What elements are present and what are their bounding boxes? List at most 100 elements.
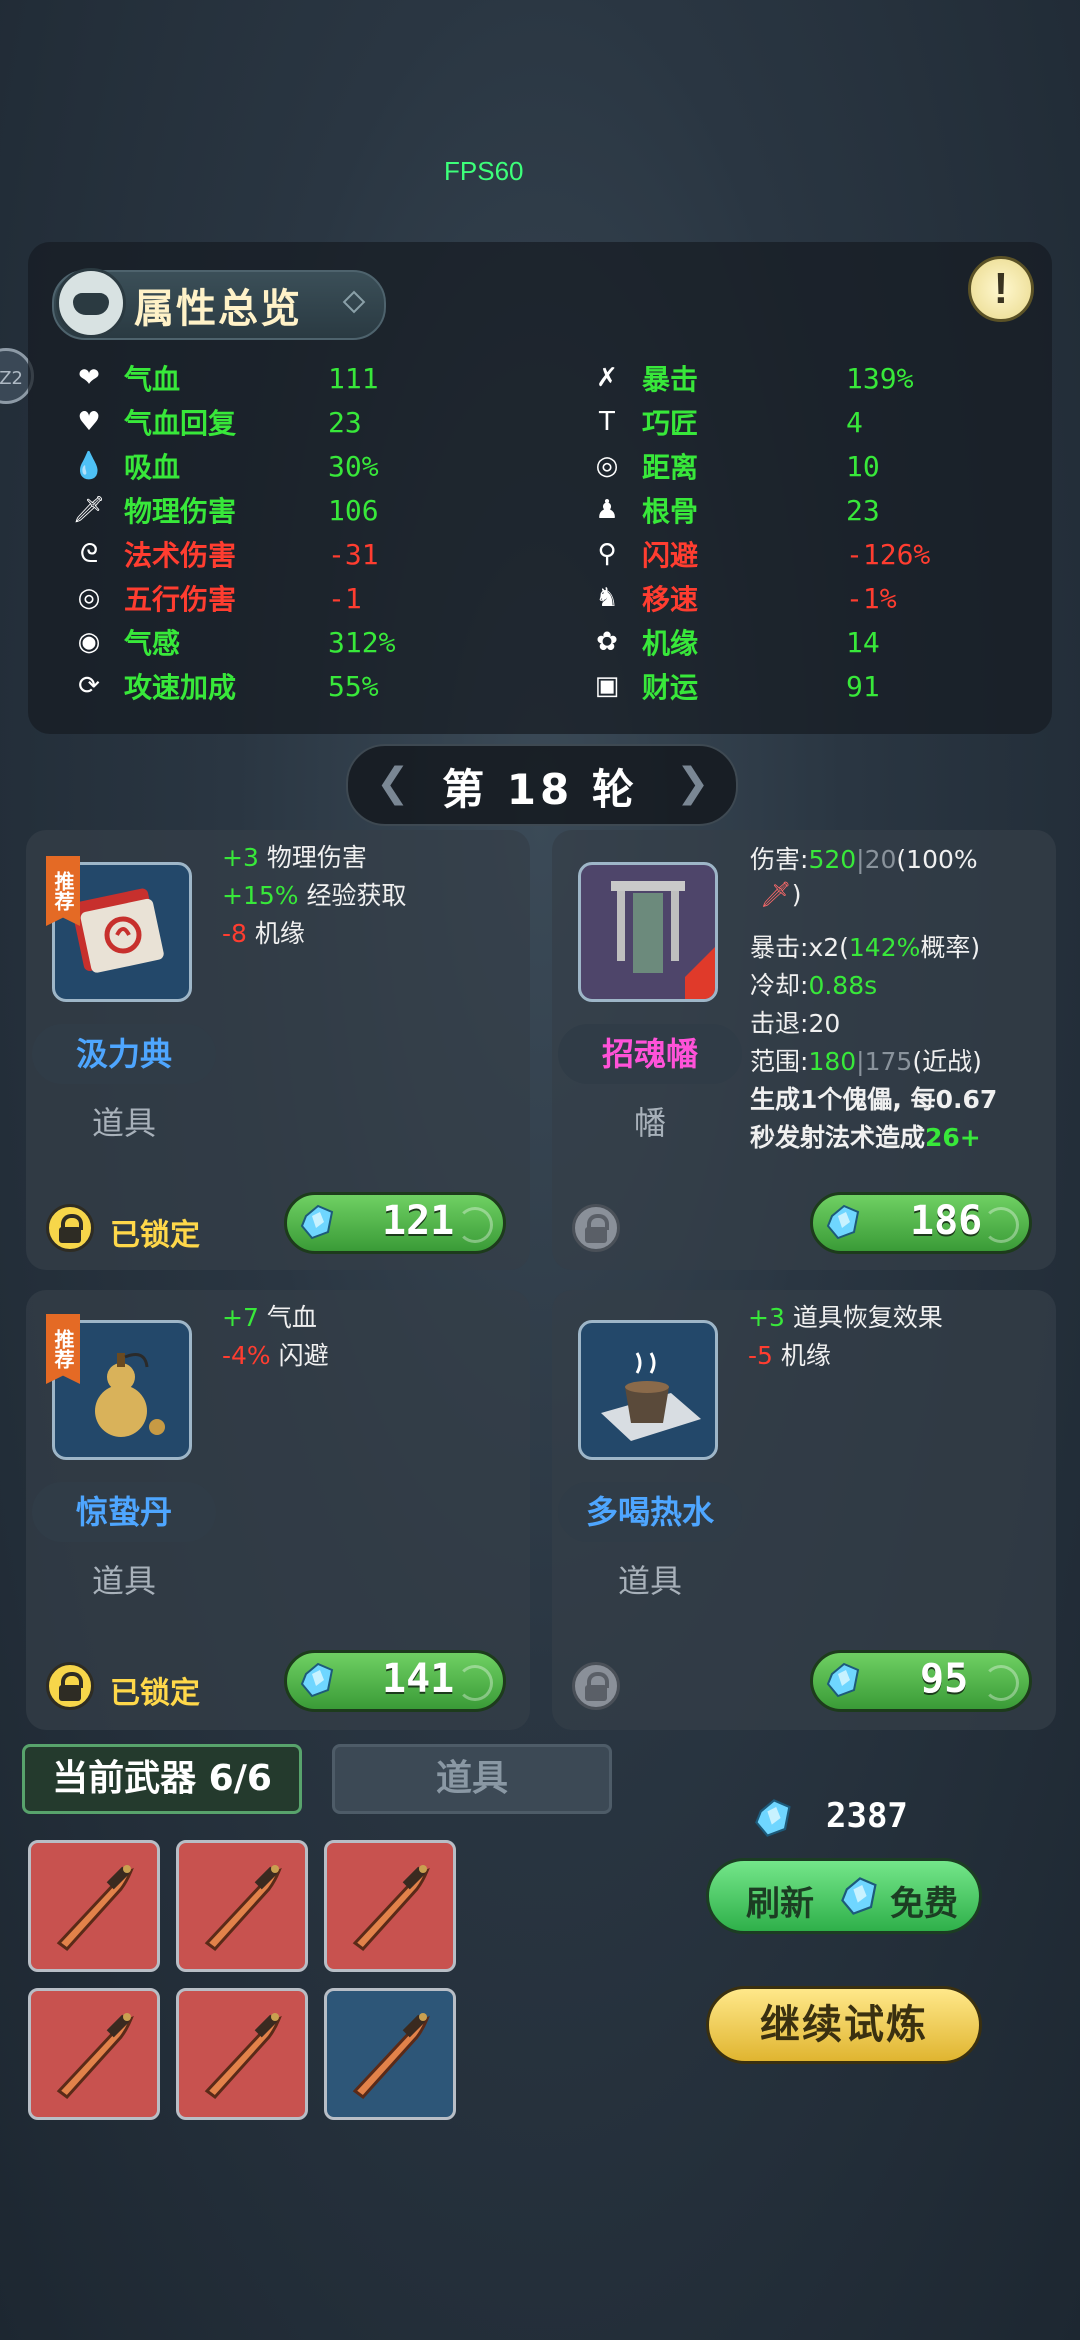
card-1-name: 汲力典 [32, 1024, 216, 1084]
card-2-price: 186 [910, 1198, 983, 1244]
card-2-crit: 暴击:x2(142%概率) [750, 933, 981, 962]
card-2-name: 招魂幡 [558, 1024, 742, 1084]
continue-trial-button[interactable]: 继续试炼 [706, 1986, 982, 2064]
stat-row-right-2: ◎ 距离 10 [590, 446, 880, 486]
stat-value: -31 [328, 537, 379, 571]
character-avatar-icon [56, 268, 126, 338]
card-2-desc-2: 秒发射法术造成26+ [750, 1123, 981, 1152]
blade-weapon-icon [56, 2013, 134, 2100]
card-3-lock-label[interactable]: 已锁定 [110, 1668, 200, 1712]
crystal-gem-icon [300, 1204, 334, 1240]
heart-icon: ❤ [78, 363, 100, 393]
tab-items[interactable]: 道具 [332, 1744, 612, 1814]
stat-row-right-6: ✿ 机缘 14 [590, 622, 880, 662]
stat-row-left-4: ᘓ 法术伤害 -31 [72, 534, 379, 574]
luck-icon: ✿ [596, 627, 618, 657]
hot-water-item-image [578, 1320, 718, 1460]
sword-icon: 🗡 [72, 495, 106, 525]
blade-weapon-icon [204, 1865, 282, 1952]
crit-icon: ✗ [596, 363, 618, 393]
card-3-type: 道具 [91, 1562, 156, 1600]
stat-name: 五行伤害 [124, 583, 237, 616]
lock-icon[interactable] [572, 1204, 620, 1252]
card-1-attr-1: +3 物理伤害 [222, 843, 367, 872]
lock-icon[interactable] [46, 1662, 94, 1710]
blade-weapon-icon [352, 2013, 430, 2100]
stat-name: 攻速加成 [124, 671, 237, 704]
stat-value: 14 [846, 625, 880, 659]
recommended-tag: 推荐 [46, 1314, 80, 1384]
stat-value: 30% [328, 449, 379, 483]
boot-icon: ♞ [595, 583, 619, 613]
weapon-slot-1[interactable] [28, 1840, 160, 1972]
blade-weapon-icon [204, 2013, 282, 2100]
card-4-name: 多喝热水 [558, 1482, 742, 1542]
card-2-type: 幡 [633, 1104, 666, 1142]
spiral-icon: ᘓ [79, 538, 99, 569]
blade-weapon-icon [352, 1865, 430, 1952]
drop-icon: 💧 [72, 451, 106, 481]
stat-row-left-2: 💧 吸血 30% [72, 446, 379, 486]
card-2-range: 范围:180|175(近战) [750, 1047, 982, 1076]
stat-name: 巧匠 [642, 407, 699, 440]
stat-value: 23 [846, 493, 880, 527]
weapon-slot-4[interactable] [28, 1988, 160, 2120]
card-4-price: 95 [920, 1656, 969, 1702]
stat-name: 移速 [642, 583, 699, 616]
recommended-tag: 推荐 [46, 856, 80, 926]
stat-name: 暴击 [642, 363, 699, 396]
weapon-slot-3[interactable] [324, 1840, 456, 1972]
target-icon: ◎ [595, 451, 619, 481]
info-alert-button[interactable]: ! [968, 256, 1034, 322]
lock-icon[interactable] [46, 1204, 94, 1252]
stat-value: 4 [846, 405, 863, 439]
coin-icon: ▣ [594, 671, 620, 701]
stat-row-left-1: ♥ 气血回复 23 [72, 402, 362, 442]
weapon-slot-6[interactable] [324, 1988, 456, 2120]
lock-icon[interactable] [572, 1662, 620, 1710]
card-1-lock-label[interactable]: 已锁定 [110, 1210, 200, 1254]
stat-name: 法术伤害 [124, 539, 237, 572]
stat-row-left-3: 🗡 物理伤害 106 [72, 490, 378, 530]
stat-row-right-4: ⚲ 闪避 -126% [590, 534, 930, 574]
tab-current-weapons[interactable]: 当前武器 6/6 [22, 1744, 302, 1814]
stat-row-right-0: ✗ 暴击 139% [590, 358, 913, 398]
card-4-type: 道具 [617, 1562, 682, 1600]
stat-name: 气血 [124, 363, 181, 396]
stat-name: 距离 [642, 451, 699, 484]
stat-row-left-7: ⟳ 攻速加成 55% [72, 666, 378, 706]
stat-value: 139% [846, 361, 914, 395]
stat-value: 23 [328, 405, 362, 439]
body-icon: ♟ [595, 495, 619, 525]
stat-row-left-0: ❤ 气血 111 [72, 358, 378, 398]
stat-value: 10 [846, 449, 880, 483]
weapon-slot-5[interactable] [176, 1988, 308, 2120]
round-label: 第 18 轮 [442, 765, 638, 814]
card-3-attr-2: -4% 闪避 [222, 1341, 329, 1370]
crystal-gem-icon [300, 1662, 334, 1698]
stat-name: 财运 [642, 671, 699, 704]
stat-value: 91 [846, 669, 880, 703]
stat-name: 气感 [124, 627, 181, 660]
card-4-attr-1: +3 道具恢复效果 [748, 1303, 943, 1332]
stat-row-right-7: ▣ 财运 91 [590, 666, 880, 706]
dodge-icon: ⚲ [597, 539, 617, 569]
card-1-type: 道具 [91, 1104, 156, 1142]
stat-value: -1 [328, 581, 362, 615]
stat-name: 气血回复 [124, 407, 237, 440]
stat-row-left-5: ◎ 五行伤害 -1 [72, 578, 362, 618]
stat-name: 吸血 [124, 451, 181, 484]
refresh-label: 刷新 [746, 1884, 814, 1924]
blade-weapon-icon [56, 1865, 134, 1952]
card-3-attr-1: +7 气血 [222, 1303, 317, 1332]
stat-name: 闪避 [642, 539, 699, 572]
stat-row-right-5: ♞ 移速 -1% [590, 578, 896, 618]
weapon-slot-2[interactable] [176, 1840, 308, 1972]
banner-weapon-image [578, 862, 718, 1002]
currency-value: 2387 [826, 1796, 908, 1836]
stat-name: 物理伤害 [124, 495, 237, 528]
heart-regen-icon: ♥ [77, 407, 101, 437]
stat-value: -126% [846, 537, 931, 571]
card-3-price: 141 [382, 1656, 455, 1702]
crystal-gem-icon [755, 1799, 791, 1837]
